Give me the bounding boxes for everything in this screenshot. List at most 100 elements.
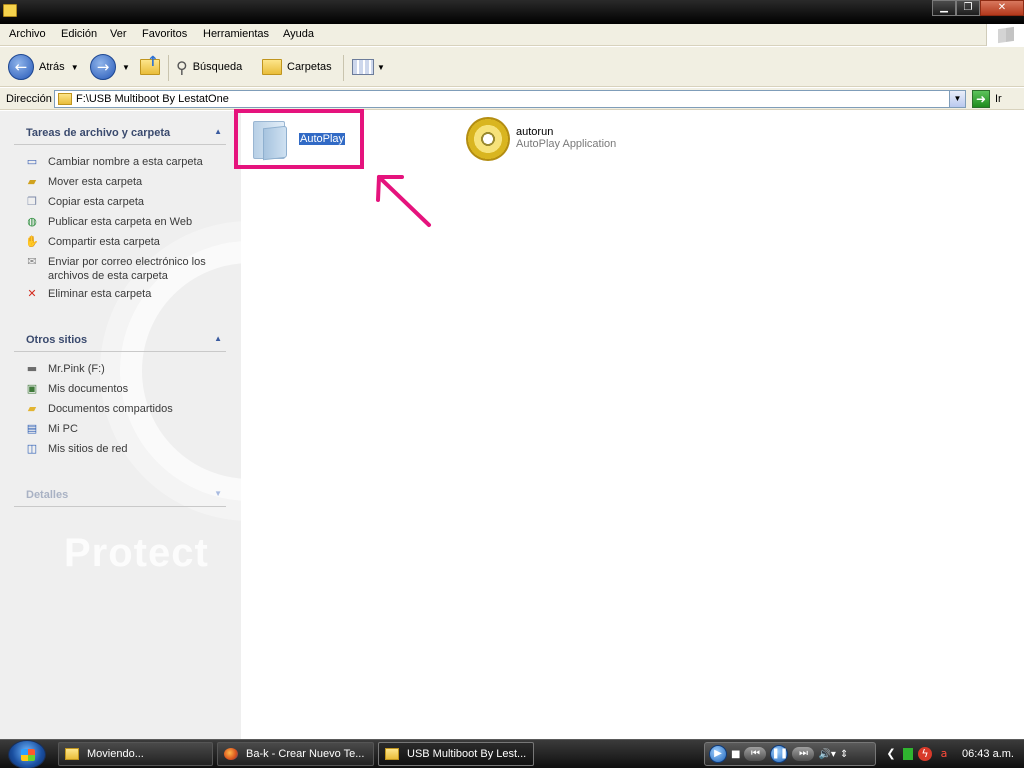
task-label: Moviendo... [87,748,144,760]
back-button[interactable]: ← Atrás ▼ [8,53,79,81]
pause-icon[interactable]: ❚❚ [770,745,789,763]
start-button[interactable] [8,740,46,768]
folders-button[interactable]: Carpetas [262,53,332,81]
place-shared-documents[interactable]: ▰ Documentos compartidos [24,402,224,416]
task-copy-folder[interactable]: ❐ Copiar esta carpeta [24,195,224,209]
my-computer-icon: ▤ [26,422,38,435]
address-input[interactable]: F:\USB Multiboot By LestatOne ▼ [54,90,966,108]
file-type: AutoPlay Application [516,138,617,150]
place-my-documents[interactable]: ▣ Mis documentos [24,382,224,396]
go-arrow-icon[interactable]: ➜ [972,90,990,108]
other-places-title: Otros sitios [26,334,88,346]
place-label: Mr.Pink (F:) [48,363,105,375]
file-tasks-header[interactable]: Tareas de archivo y carpeta ▲ [14,123,226,145]
next-icon[interactable]: ⏭ [792,747,815,761]
up-folder-button[interactable]: ↑ [140,53,160,81]
task-label: USB Multiboot By Lest... [407,748,527,760]
drive-icon: ▬ [26,362,38,375]
place-label: Documentos compartidos [48,403,173,415]
forward-button[interactable]: → ▼ [90,53,130,81]
views-button[interactable]: ▼ [352,53,385,81]
task-move-folder[interactable]: ▰ Mover esta carpeta [24,175,224,189]
file-name: autorun [516,126,554,138]
address-dropdown-icon[interactable]: ▼ [949,91,965,107]
share-folder-icon: ✋ [25,235,39,248]
resize-icon[interactable]: ⇕ [840,749,848,760]
taskbar: Moviendo... Ba-k - Crear Nuevo Te... USB… [0,739,1024,768]
taskbar-task-moving[interactable]: Moviendo... [58,742,213,766]
rename-icon: ▭ [26,155,38,168]
collapse-icon[interactable]: ▲ [214,127,222,136]
battery-icon[interactable] [903,748,913,760]
menu-edicion[interactable]: Edición [61,28,97,40]
place-network[interactable]: ◫ Mis sitios de red [24,442,224,456]
network-places-icon: ◫ [26,442,38,455]
toolbar: ← Atrás ▼ → ▼ ↑ ⚲ Búsqueda Carpetas ▼ [0,47,1024,87]
task-label: Copiar esta carpeta [48,196,144,208]
search-label: Búsqueda [192,61,243,73]
menu-herramientas[interactable]: Herramientas [203,28,269,40]
move-folder-icon: ▰ [27,175,37,188]
back-label: Atrás [39,61,65,73]
email-icon: ✉ [27,255,37,268]
details-header[interactable]: Detalles ▼ [14,485,226,507]
place-drive-f[interactable]: ▬ Mr.Pink (F:) [24,362,224,376]
menu-favoritos[interactable]: Favoritos [142,28,187,40]
place-my-computer[interactable]: ▤ Mi PC [24,422,224,436]
clock[interactable]: 06:43 a.m. [962,748,1014,760]
show-hidden-icons-icon[interactable]: ❮ [884,747,898,761]
stop-icon[interactable]: ■ [731,749,740,760]
task-share-folder[interactable]: ✋ Compartir esta carpeta [24,235,224,249]
search-button[interactable]: ⚲ Búsqueda [176,53,242,81]
address-value[interactable]: F:\USB Multiboot By LestatOne [76,93,229,105]
task-rename-folder[interactable]: ▭ Cambiar nombre a esta carpeta [24,155,224,169]
task-delete-folder[interactable]: ✕ Eliminar esta carpeta [24,287,224,301]
views-dropdown-icon[interactable]: ▼ [377,63,385,72]
publish-web-icon: ◍ [27,215,37,228]
address-bar: Dirección F:\USB Multiboot By LestatOne … [0,88,1024,110]
place-label: Mi PC [48,423,78,435]
folder-icon [3,4,17,17]
back-dropdown-icon[interactable]: ▼ [71,63,79,72]
taskbar-task-firefox[interactable]: Ba-k - Crear Nuevo Te... [217,742,374,766]
watermark: Protect [64,531,209,575]
minimize-button[interactable]: ▁ [932,0,956,16]
flash-icon[interactable]: ϟ [918,747,932,761]
task-publish-web[interactable]: ◍ Publicar esta carpeta en Web [24,215,224,229]
system-tray: ❮ ϟ a 06:43 a.m. [880,742,1024,766]
menu-ver[interactable]: Ver [110,28,127,40]
collapse-icon[interactable]: ▲ [214,334,222,343]
task-email-files[interactable]: ✉ Enviar por correo electrónico los arch… [24,255,224,283]
place-label: Mis sitios de red [48,443,128,455]
windows-flag-icon [21,749,35,761]
file-tasks-title: Tareas de archivo y carpeta [26,127,171,139]
task-label: Publicar esta carpeta en Web [48,216,193,228]
task-pane: Protect Tareas de archivo y carpeta ▲ ▭ … [0,111,241,739]
toolbar-separator [168,55,169,81]
address-label: Dirección [6,93,52,105]
file-item-autorun[interactable]: autorun AutoPlay Application [466,117,616,161]
play-icon[interactable]: ▶ [709,745,727,763]
task-label: Eliminar esta carpeta [48,288,152,300]
close-button[interactable]: ✕ [980,0,1024,16]
task-label: Mover esta carpeta [48,176,143,188]
expand-icon[interactable]: ▼ [214,489,222,498]
back-arrow-icon: ← [8,54,34,80]
title-bar: ▁ ❐ ✕ [0,0,1024,24]
maximize-button[interactable]: ❐ [956,0,980,16]
menu-ayuda[interactable]: Ayuda [283,28,314,40]
up-folder-icon: ↑ [140,54,160,75]
taskbar-task-usb-multiboot[interactable]: USB Multiboot By Lest... [378,742,534,766]
task-label: Enviar por correo electrónico los archiv… [48,256,206,282]
media-player-toolbar: ▶ ■ ⏮ ❚❚ ⏭ 🔊▾ ⇕ [704,742,876,766]
forward-dropdown-icon[interactable]: ▼ [122,63,130,72]
my-documents-icon: ▣ [26,382,38,395]
go-button[interactable]: Ir [995,93,1002,105]
previous-icon[interactable]: ⏮ [744,747,767,761]
folders-icon [262,59,282,75]
antivirus-icon[interactable]: a [937,747,951,761]
menu-archivo[interactable]: Archivo [9,28,46,40]
volume-icon[interactable]: 🔊▾ [818,749,835,760]
other-places-header[interactable]: Otros sitios ▲ [14,330,226,352]
search-icon: ⚲ [176,57,188,77]
